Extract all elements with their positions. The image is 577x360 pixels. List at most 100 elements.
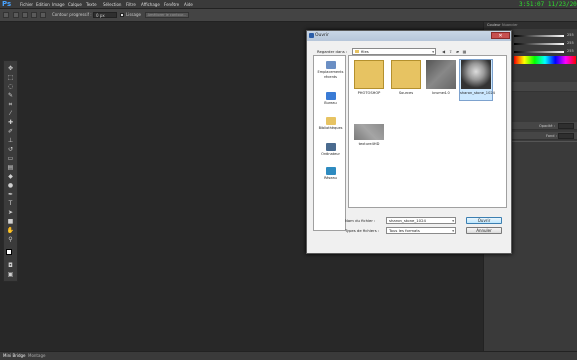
screen-mode-icon[interactable]: ▣ bbox=[6, 271, 15, 278]
shape-tool-icon[interactable]: ■ bbox=[6, 218, 15, 225]
tab-montage[interactable]: Montage bbox=[28, 353, 45, 359]
fill-input[interactable] bbox=[558, 133, 574, 139]
brush-tool-icon[interactable]: ✐ bbox=[6, 128, 15, 135]
menu-fenetre[interactable]: Fenêtre bbox=[164, 0, 179, 9]
file-label: sharon_stone_1024 bbox=[460, 91, 495, 95]
place-label: Bureau bbox=[324, 101, 337, 105]
marquee-tool-icon[interactable]: ⬚ bbox=[6, 74, 15, 81]
menu-bar: Ps Fichier Edition Image Calque Texte Sé… bbox=[0, 0, 577, 9]
file-label: texture4HD bbox=[358, 142, 380, 146]
menu-selection[interactable]: Sélection bbox=[103, 0, 121, 9]
quick-select-tool-icon[interactable]: ✎ bbox=[6, 92, 15, 99]
file-item-sharon-stone[interactable]: sharon_stone_1024 bbox=[459, 59, 495, 101]
blue-value[interactable]: 255 bbox=[567, 49, 574, 53]
hand-tool-icon[interactable]: ✋ bbox=[6, 227, 15, 234]
cancel-button[interactable]: Annuler bbox=[466, 227, 502, 234]
computer-icon bbox=[325, 143, 336, 151]
red-slider[interactable] bbox=[514, 35, 564, 37]
open-button[interactable]: Ouvrir bbox=[466, 217, 502, 224]
places-bar: Emplacements récents Bureau Bibliothèque… bbox=[313, 55, 346, 231]
history-brush-icon[interactable]: ↺ bbox=[6, 146, 15, 153]
pen-tool-icon[interactable]: ✒ bbox=[6, 191, 15, 198]
file-item-brume[interactable]: brume4.0 bbox=[424, 60, 458, 102]
menu-edition[interactable]: Edition bbox=[36, 0, 50, 9]
subtract-selection-icon[interactable] bbox=[31, 12, 37, 18]
fill-label: Fond : bbox=[546, 134, 557, 138]
lookin-value: files bbox=[361, 49, 369, 54]
intersect-selection-icon[interactable] bbox=[40, 12, 46, 18]
eyedropper-tool-icon[interactable]: ⁄ bbox=[6, 110, 15, 117]
gradient-tool-icon[interactable]: ▤ bbox=[6, 164, 15, 171]
filename-input[interactable]: sharon_stone_1024 ▾ bbox=[386, 217, 456, 224]
folder-icon bbox=[391, 60, 421, 89]
filename-value: sharon_stone_1024 bbox=[389, 218, 426, 223]
new-folder-icon[interactable]: ▰ bbox=[455, 49, 460, 54]
menu-calque[interactable]: Calque bbox=[68, 0, 82, 9]
lookin-select[interactable]: files ▾ bbox=[352, 48, 436, 55]
opacity-label: Opacité : bbox=[539, 124, 555, 128]
add-selection-icon[interactable] bbox=[22, 12, 28, 18]
dialog-titlebar: Ouvrir ✕ bbox=[307, 31, 511, 41]
folder-icon bbox=[355, 50, 359, 53]
green-slider[interactable] bbox=[514, 43, 564, 45]
file-item-sources[interactable]: Sources bbox=[389, 60, 423, 102]
place-network[interactable]: Réseau bbox=[315, 164, 346, 192]
marquee-preset-icon[interactable] bbox=[3, 12, 9, 18]
color-ramp[interactable] bbox=[514, 56, 576, 64]
back-icon[interactable]: ◀ bbox=[441, 49, 446, 54]
foreground-color-swatch[interactable] bbox=[6, 249, 12, 255]
place-label: Réseau bbox=[324, 176, 337, 180]
chevron-down-icon: ▾ bbox=[452, 229, 454, 233]
path-select-tool-icon[interactable]: ➤ bbox=[6, 209, 15, 216]
place-recent[interactable]: Emplacements récents bbox=[315, 58, 346, 86]
tab-nuancier[interactable]: Nuancier bbox=[502, 23, 518, 27]
menu-fichier[interactable]: Fichier bbox=[20, 0, 33, 9]
file-item-texture[interactable]: texture4HD bbox=[352, 124, 386, 166]
green-value[interactable]: 255 bbox=[567, 41, 574, 45]
close-button[interactable]: ✕ bbox=[491, 32, 510, 39]
up-folder-icon[interactable]: ⇧ bbox=[448, 49, 453, 54]
lookin-label: Regarder dans : bbox=[317, 49, 348, 54]
place-label: Emplacements récents bbox=[317, 70, 344, 79]
crop-tool-icon[interactable]: ⌗ bbox=[6, 101, 15, 108]
place-label: Ordinateur bbox=[321, 152, 340, 156]
place-desktop[interactable]: Bureau bbox=[315, 89, 346, 117]
contour-input[interactable]: 0 px bbox=[93, 12, 117, 18]
red-value[interactable]: 255 bbox=[567, 33, 574, 37]
file-item-photoshop[interactable]: PHOTOSHOP bbox=[352, 60, 386, 102]
quick-mask-icon[interactable]: ◘ bbox=[6, 262, 15, 269]
lissage-label: Lissage bbox=[126, 12, 141, 17]
menu-aide[interactable]: Aide bbox=[184, 0, 193, 9]
dodge-tool-icon[interactable]: ● bbox=[6, 182, 15, 189]
filetype-select[interactable]: Tous les formats ▾ bbox=[386, 227, 456, 234]
menu-filtre[interactable]: Filtre bbox=[126, 0, 136, 9]
image-thumbnail bbox=[461, 60, 491, 89]
healing-tool-icon[interactable]: ✚ bbox=[6, 119, 15, 126]
move-tool-icon[interactable]: ✥ bbox=[6, 65, 15, 72]
blur-tool-icon[interactable]: ◆ bbox=[6, 173, 15, 180]
ps-app-icon bbox=[309, 33, 314, 38]
view-menu-icon[interactable]: ▦ bbox=[462, 49, 467, 54]
dialog-title: Ouvrir bbox=[315, 33, 330, 38]
type-tool-icon[interactable]: T bbox=[6, 200, 15, 207]
opacity-input[interactable] bbox=[558, 123, 574, 129]
folder-icon bbox=[354, 60, 384, 89]
refine-edge-button[interactable]: Améliorer le contour... bbox=[145, 12, 189, 18]
place-libraries[interactable]: Bibliothèques bbox=[315, 114, 346, 142]
tab-couleur[interactable]: Couleur bbox=[487, 23, 501, 27]
zoom-tool-icon[interactable]: ⚲ bbox=[6, 236, 15, 243]
image-thumbnail bbox=[354, 124, 384, 140]
chevron-down-icon: ▾ bbox=[452, 219, 454, 223]
menu-image[interactable]: Image bbox=[52, 0, 65, 9]
lasso-tool-icon[interactable]: ◌ bbox=[6, 83, 15, 90]
stamp-tool-icon[interactable]: ⊥ bbox=[6, 137, 15, 144]
tools-panel: ✥ ⬚ ◌ ✎ ⌗ ⁄ ✚ ✐ ⊥ ↺ ▭ ▤ ◆ ● ✒ T ➤ ■ ✋ ⚲ … bbox=[3, 60, 18, 282]
lissage-checkbox[interactable] bbox=[120, 13, 124, 17]
menu-texte[interactable]: Texte bbox=[86, 0, 97, 9]
menu-affichage[interactable]: Affichage bbox=[141, 0, 160, 9]
contour-label: Contour progressif : bbox=[52, 12, 92, 17]
blue-slider[interactable] bbox=[514, 51, 564, 53]
new-selection-icon[interactable] bbox=[13, 12, 19, 18]
eraser-tool-icon[interactable]: ▭ bbox=[6, 155, 15, 162]
tab-mini-bridge[interactable]: Mini Bridge bbox=[3, 353, 26, 359]
